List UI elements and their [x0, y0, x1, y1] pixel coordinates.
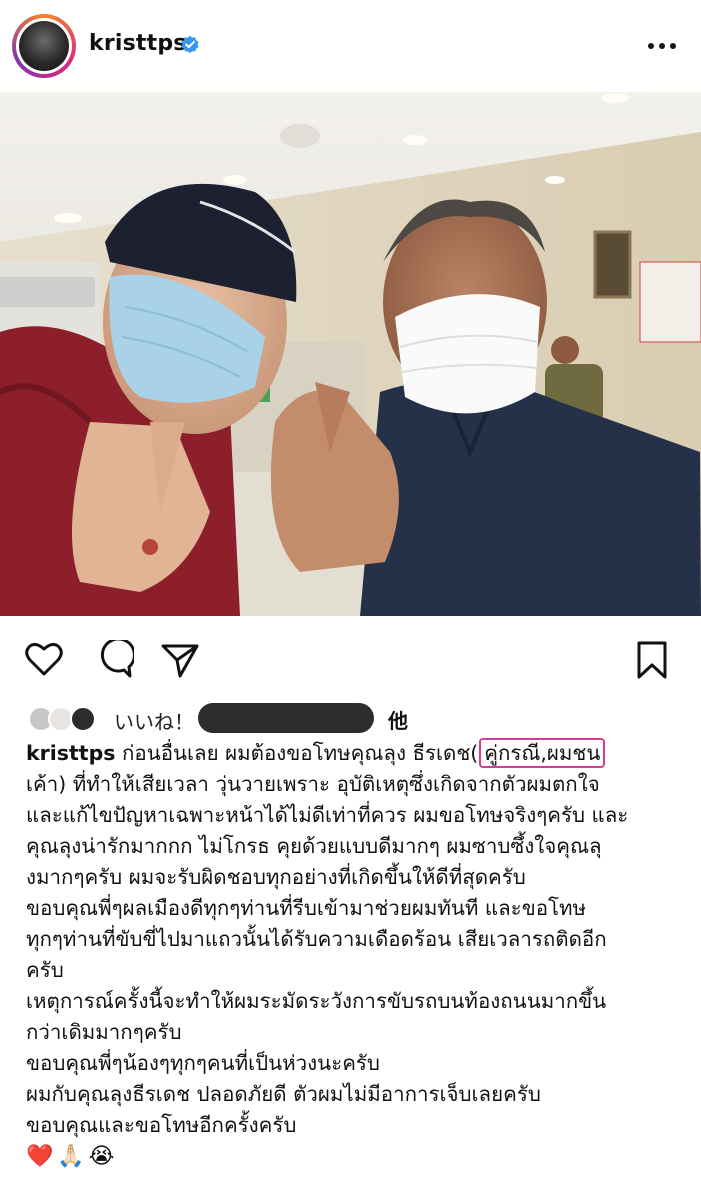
likes-others[interactable]: 他	[388, 705, 408, 734]
caption-line: งมากๆครับ ผมจะรับผิดชอบทุกอย่างที่เกิดขึ…	[26, 865, 526, 889]
liker-avatar[interactable]	[70, 706, 96, 732]
caption-line: ขอบคุณพี่ๆผลเมืองดีทุกๆท่านที่รีบเข้ามาช…	[26, 896, 587, 920]
caption-line: ทุกๆท่านที่ขับขี่ไปมาแถวนั้นได้รับความเด…	[26, 927, 607, 951]
caption-emojis: ❤️🙏🏻😭	[26, 1144, 119, 1169]
selfie-image	[0, 92, 701, 616]
post-photo[interactable]	[0, 92, 701, 616]
post-caption: kristtps ก่อนอื่นเลย ผมต้องขอโทษคุณลุง ธ…	[26, 738, 686, 1172]
story-ring[interactable]	[12, 14, 76, 78]
caption-line: ผมกับคุณลุงธีรเดช ปลอดภัยดี ตัวผมไม่มีอา…	[26, 1082, 541, 1106]
caption-line: ครับ	[26, 958, 64, 982]
caption-line: ขอบคุณพี่ๆน้องๆทุกๆคนที่เป็นห่วงนะครับ	[26, 1051, 380, 1075]
caption-line: และแก้ไขปัญหาเฉพาะหน้าได้ไม่ดีเท่าที่ควร…	[26, 803, 629, 827]
comment-icon[interactable]	[94, 640, 134, 680]
highlighted-text: คู่กรณี,ผมชน	[479, 738, 606, 768]
heart-icon[interactable]	[24, 640, 64, 680]
caption-line: กว่าเดิมมากๆครับ	[26, 1020, 182, 1044]
share-icon[interactable]	[160, 640, 200, 680]
bookmark-icon[interactable]	[632, 640, 672, 680]
caption-text: ก่อนอื่นเลย ผมต้องขอโทษคุณลุง ธีรเดช(	[115, 741, 479, 765]
caption-username[interactable]: kristtps	[26, 741, 115, 765]
more-options-icon[interactable]	[648, 43, 676, 51]
verified-badge-icon	[181, 35, 199, 53]
caption-line: คุณลุงน่ารักมากกก ไม่โกรธ คุยด้วยแบบดีมา…	[26, 834, 602, 858]
action-bar	[0, 616, 701, 700]
caption-line: เค้า) ที่ทำให้เสียเวลา วุ่นวายเพราะ อุบั…	[26, 772, 600, 796]
avatar[interactable]	[19, 21, 69, 71]
caption-line: kristtps ก่อนอื่นเลย ผมต้องขอโทษคุณลุง ธ…	[26, 738, 686, 769]
likes-row: いいね！ 他	[0, 700, 701, 736]
caption-line: ขอบคุณและขอโทษอีกครั้งครับ	[26, 1113, 297, 1137]
post-header: kristtps	[0, 0, 701, 92]
redacted-username	[198, 703, 374, 733]
post-username[interactable]: kristtps	[89, 31, 187, 56]
likes-label: いいね！	[114, 710, 194, 734]
caption-line: เหตุการณ์ครั้งนี้จะทำให้ผมระมัดระวังการข…	[26, 989, 607, 1013]
